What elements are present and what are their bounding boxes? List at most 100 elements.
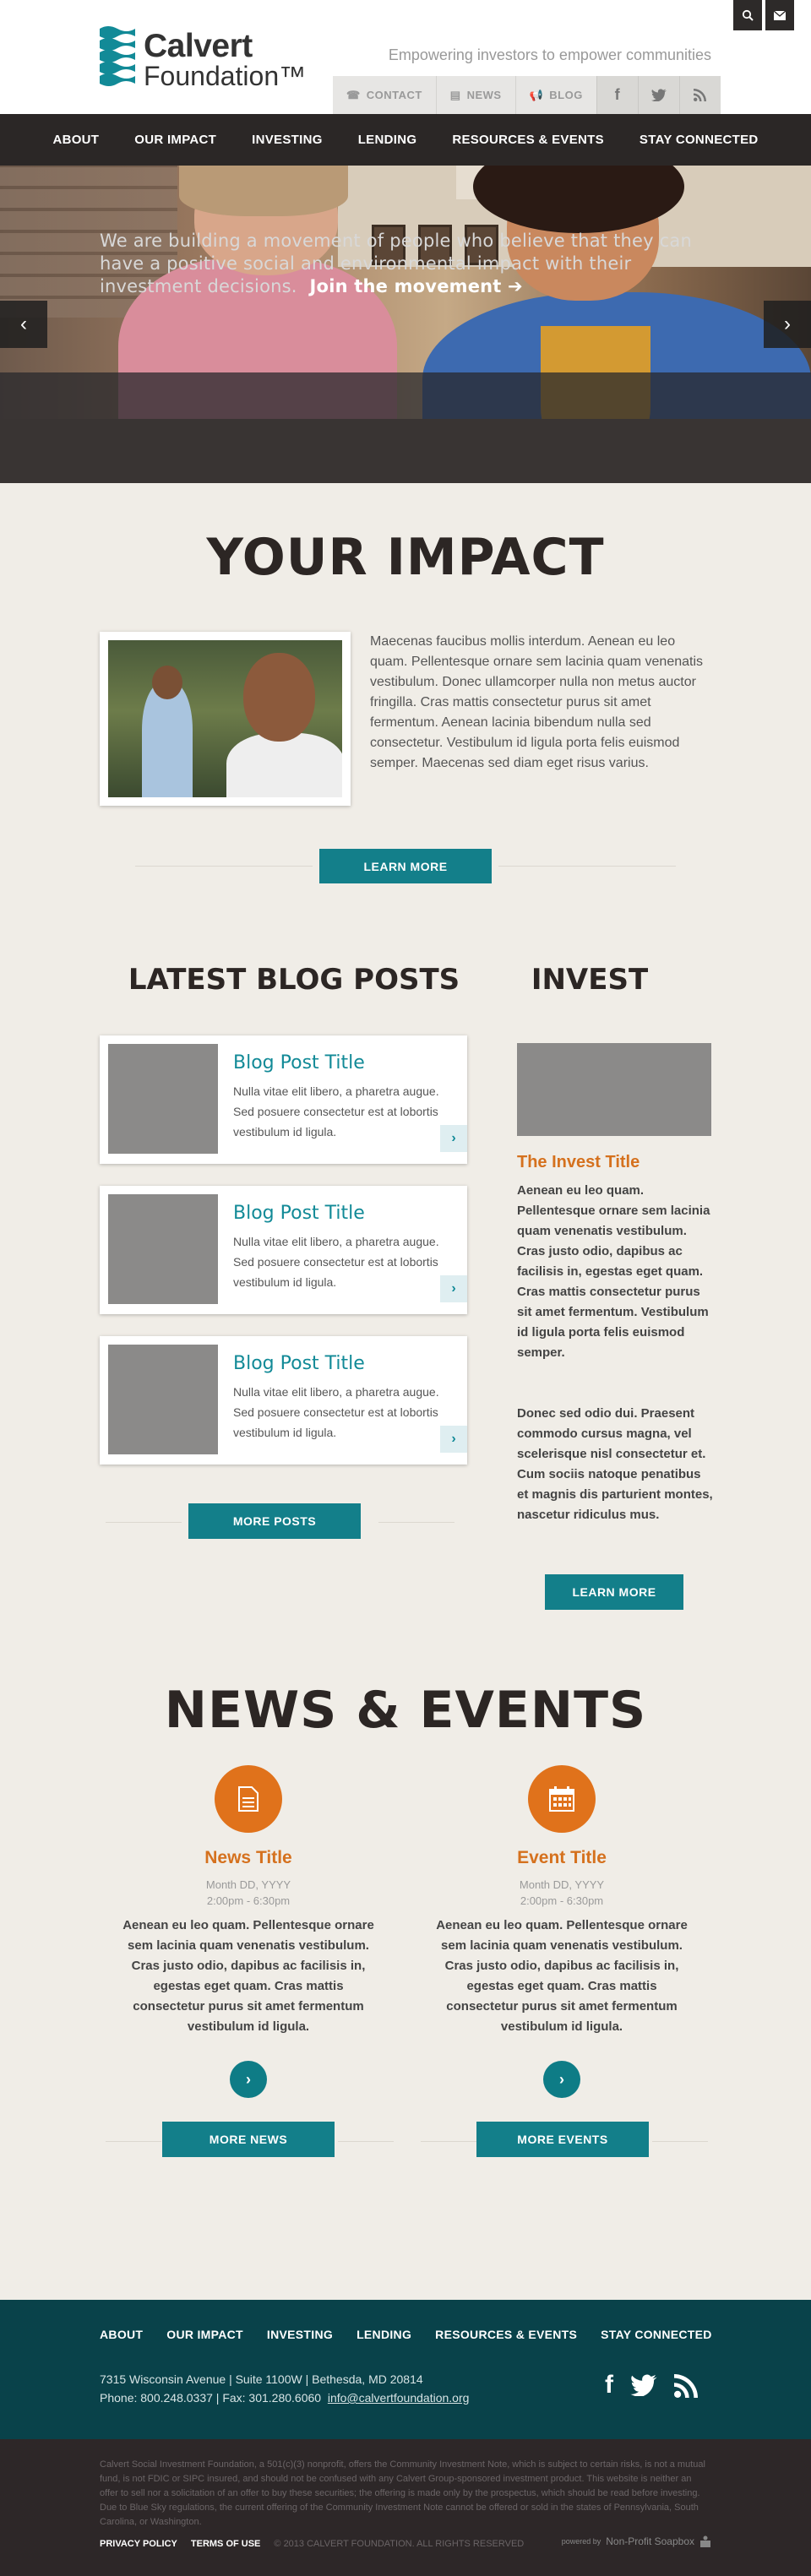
blog-thumbnail[interactable] — [108, 1194, 218, 1304]
contact-link[interactable]: ☎ CONTACT — [333, 76, 436, 114]
logo-name[interactable]: Calvert — [144, 28, 253, 65]
news-title[interactable]: News Title — [122, 1848, 375, 1868]
twitter-icon[interactable] — [637, 76, 679, 114]
divider — [652, 2141, 708, 2142]
megaphone-icon: 📢 — [529, 88, 544, 101]
impact-learn-more-button[interactable]: LEARN MORE — [319, 849, 492, 883]
news-time: 2:00pm - 6:30pm — [206, 1894, 291, 1907]
divider — [378, 1522, 454, 1523]
blog-post-title[interactable]: Blog Post Title — [233, 1203, 365, 1224]
footer-nav-about[interactable]: ABOUT — [100, 2328, 143, 2341]
footer-address: 7315 Wisconsin Avenue | Suite 1100W | Be… — [100, 2372, 423, 2386]
nav-stay-connected[interactable]: STAY CONNECTED — [622, 114, 776, 166]
blog-post-excerpt: Nulla vitae elit libero, a pharetra augu… — [233, 1235, 439, 1289]
footer-nav-investing[interactable]: INVESTING — [267, 2328, 333, 2341]
event-time: 2:00pm - 6:30pm — [520, 1894, 604, 1907]
facebook-icon[interactable]: f — [596, 76, 638, 114]
newspaper-icon: ▤ — [449, 88, 461, 101]
more-news-button[interactable]: MORE NEWS — [162, 2122, 335, 2157]
chevron-left-icon: ‹ — [20, 312, 27, 335]
blog-card[interactable]: Blog Post Title Nulla vitae elit libero,… — [100, 1035, 467, 1164]
more-posts-button[interactable]: MORE POSTS — [188, 1503, 361, 1539]
blog-link[interactable]: 📢 BLOG — [514, 76, 596, 114]
powered-by-label: powered by — [561, 2537, 601, 2546]
footer-nav-our-impact[interactable]: OUR IMPACT — [166, 2328, 243, 2341]
powered-by[interactable]: powered by Non-Profit Soapbox — [562, 2535, 711, 2547]
impact-photo-person — [243, 653, 315, 742]
nav-resources-events[interactable]: RESOURCES & EVENTS — [434, 114, 622, 166]
copyright: © 2013 CALVERT FOUNDATION. ALL RIGHTS RE… — [274, 2539, 525, 2549]
hero-caption-bar — [0, 372, 811, 483]
tagline: Empowering investors to empower communit… — [388, 46, 711, 63]
site-header: Calvert Foundation™ Empowering investors… — [0, 0, 811, 114]
more-events-button[interactable]: MORE EVENTS — [476, 2122, 649, 2157]
nav-investing[interactable]: INVESTING — [234, 114, 340, 166]
phone-icon: ☎ — [346, 88, 361, 101]
invest-heading: INVEST — [531, 963, 649, 997]
blog-post-title[interactable]: Blog Post Title — [233, 1353, 365, 1374]
event-title[interactable]: Event Title — [435, 1848, 689, 1868]
envelope-icon[interactable] — [765, 0, 794, 30]
hero-next-button[interactable]: › — [764, 301, 811, 348]
invest-paragraph: Aenean eu leo quam. Pellentesque ornare … — [517, 1183, 710, 1360]
footer-contact: 7315 Wisconsin Avenue | Suite 1100W | Be… — [100, 2370, 469, 2407]
news-date: Month DD, YYYY — [205, 1878, 291, 1891]
footer-nav: ABOUT OUR IMPACT INVESTING LENDING RESOU… — [100, 2328, 712, 2341]
chevron-right-icon[interactable]: › — [440, 1275, 467, 1302]
news-label: NEWS — [466, 89, 502, 101]
chevron-right-icon[interactable]: › — [440, 1125, 467, 1152]
blog-card[interactable]: Blog Post Title Nulla vitae elit libero,… — [100, 1336, 467, 1465]
blog-thumbnail[interactable] — [108, 1345, 218, 1454]
footer-nav-resources-events[interactable]: RESOURCES & EVENTS — [435, 2328, 577, 2341]
chevron-right-icon[interactable]: › — [230, 2061, 267, 2098]
logo-name-line2[interactable]: Foundation™ — [144, 61, 306, 92]
chevron-right-icon[interactable]: › — [543, 2061, 580, 2098]
privacy-policy-link[interactable]: PRIVACY POLICY — [100, 2539, 177, 2549]
impact-text: Maecenas faucibus mollis interdum. Aenea… — [370, 634, 704, 770]
blog-post-title[interactable]: Blog Post Title — [233, 1052, 365, 1073]
impact-heading: YOUR IMPACT — [206, 528, 605, 587]
invest-subtitle[interactable]: The Invest Title — [517, 1153, 640, 1172]
impact-photo — [100, 632, 351, 806]
impact-photo-person — [142, 682, 193, 797]
invest-image — [517, 1043, 711, 1136]
impact-photo-image — [108, 640, 342, 797]
invest-learn-more-button[interactable]: LEARN MORE — [545, 1574, 683, 1610]
blog-post-excerpt: Nulla vitae elit libero, a pharetra augu… — [233, 1084, 439, 1139]
footer-email-link[interactable]: info@calvertfoundation.org — [328, 2391, 470, 2405]
event-text: Aenean eu leo quam. Pellentesque ornare … — [436, 1918, 688, 2034]
soapbox-icon — [700, 2535, 710, 2547]
divider — [421, 2141, 476, 2142]
hero-photo-person — [179, 166, 348, 216]
nav-our-impact[interactable]: OUR IMPACT — [117, 114, 234, 166]
news-text: Aenean eu leo quam. Pellentesque ornare … — [122, 1918, 374, 2034]
footer-nav-stay-connected[interactable]: STAY CONNECTED — [601, 2328, 712, 2341]
footer-social: f — [605, 2371, 698, 2405]
footer-phone: Phone: 800.248.0337 | Fax: 301.280.6060 — [100, 2391, 322, 2405]
join-movement-link[interactable]: Join the movement ➔ — [310, 276, 523, 296]
nav-lending[interactable]: LENDING — [340, 114, 435, 166]
footer-nav-lending[interactable]: LENDING — [357, 2328, 411, 2341]
blog-label: BLOG — [549, 89, 583, 101]
news-link[interactable]: ▤ NEWS — [435, 76, 515, 114]
divider — [135, 866, 313, 867]
hero-prev-button[interactable]: ‹ — [0, 301, 47, 348]
top-icon-bar — [733, 0, 794, 30]
logo-waves-icon[interactable] — [100, 25, 135, 86]
facebook-icon[interactable]: f — [605, 2371, 613, 2405]
rss-icon[interactable] — [678, 76, 721, 114]
blog-thumbnail[interactable] — [108, 1044, 218, 1154]
event-date: Month DD, YYYY — [519, 1878, 605, 1891]
blog-card[interactable]: Blog Post Title Nulla vitae elit libero,… — [100, 1186, 467, 1314]
search-icon[interactable] — [733, 0, 762, 30]
blog-heading: LATEST BLOG POSTS — [128, 963, 460, 997]
nav-about[interactable]: ABOUT — [35, 114, 117, 166]
hero-slider — [0, 166, 811, 483]
terms-of-use-link[interactable]: TERMS OF USE — [191, 2539, 261, 2549]
twitter-icon[interactable] — [630, 2371, 657, 2405]
contact-label: CONTACT — [366, 89, 422, 101]
chevron-right-icon: › — [784, 312, 791, 335]
chevron-right-icon[interactable]: › — [440, 1426, 467, 1453]
rss-icon[interactable] — [674, 2371, 698, 2405]
footer-phone-line: Phone: 800.248.0337 | Fax: 301.280.6060 … — [100, 2389, 469, 2407]
